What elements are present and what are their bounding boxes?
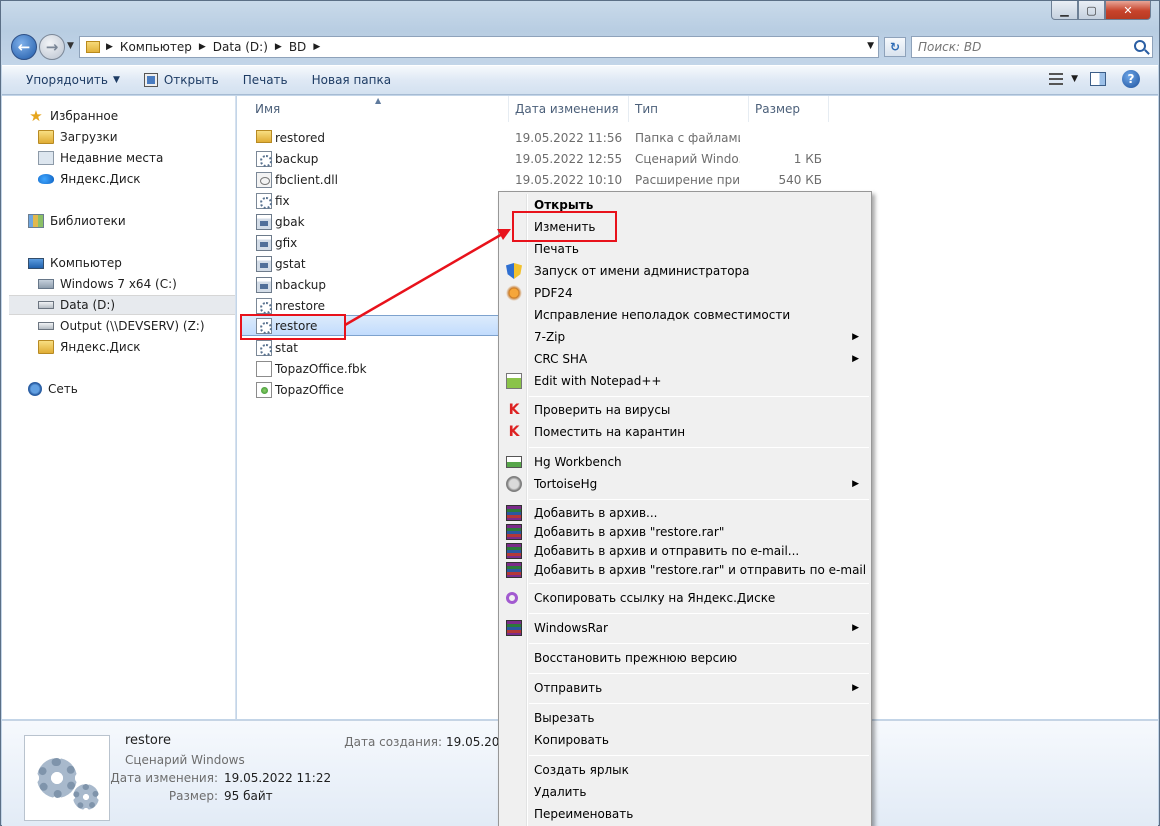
arrow-line (344, 231, 505, 327)
annotation-arrow (344, 229, 511, 327)
explorer-window: ▁ ▢ ✕ ← → ▼ ▶ Компьютер ▶ Data (D:) ▶ BD… (0, 0, 1160, 826)
